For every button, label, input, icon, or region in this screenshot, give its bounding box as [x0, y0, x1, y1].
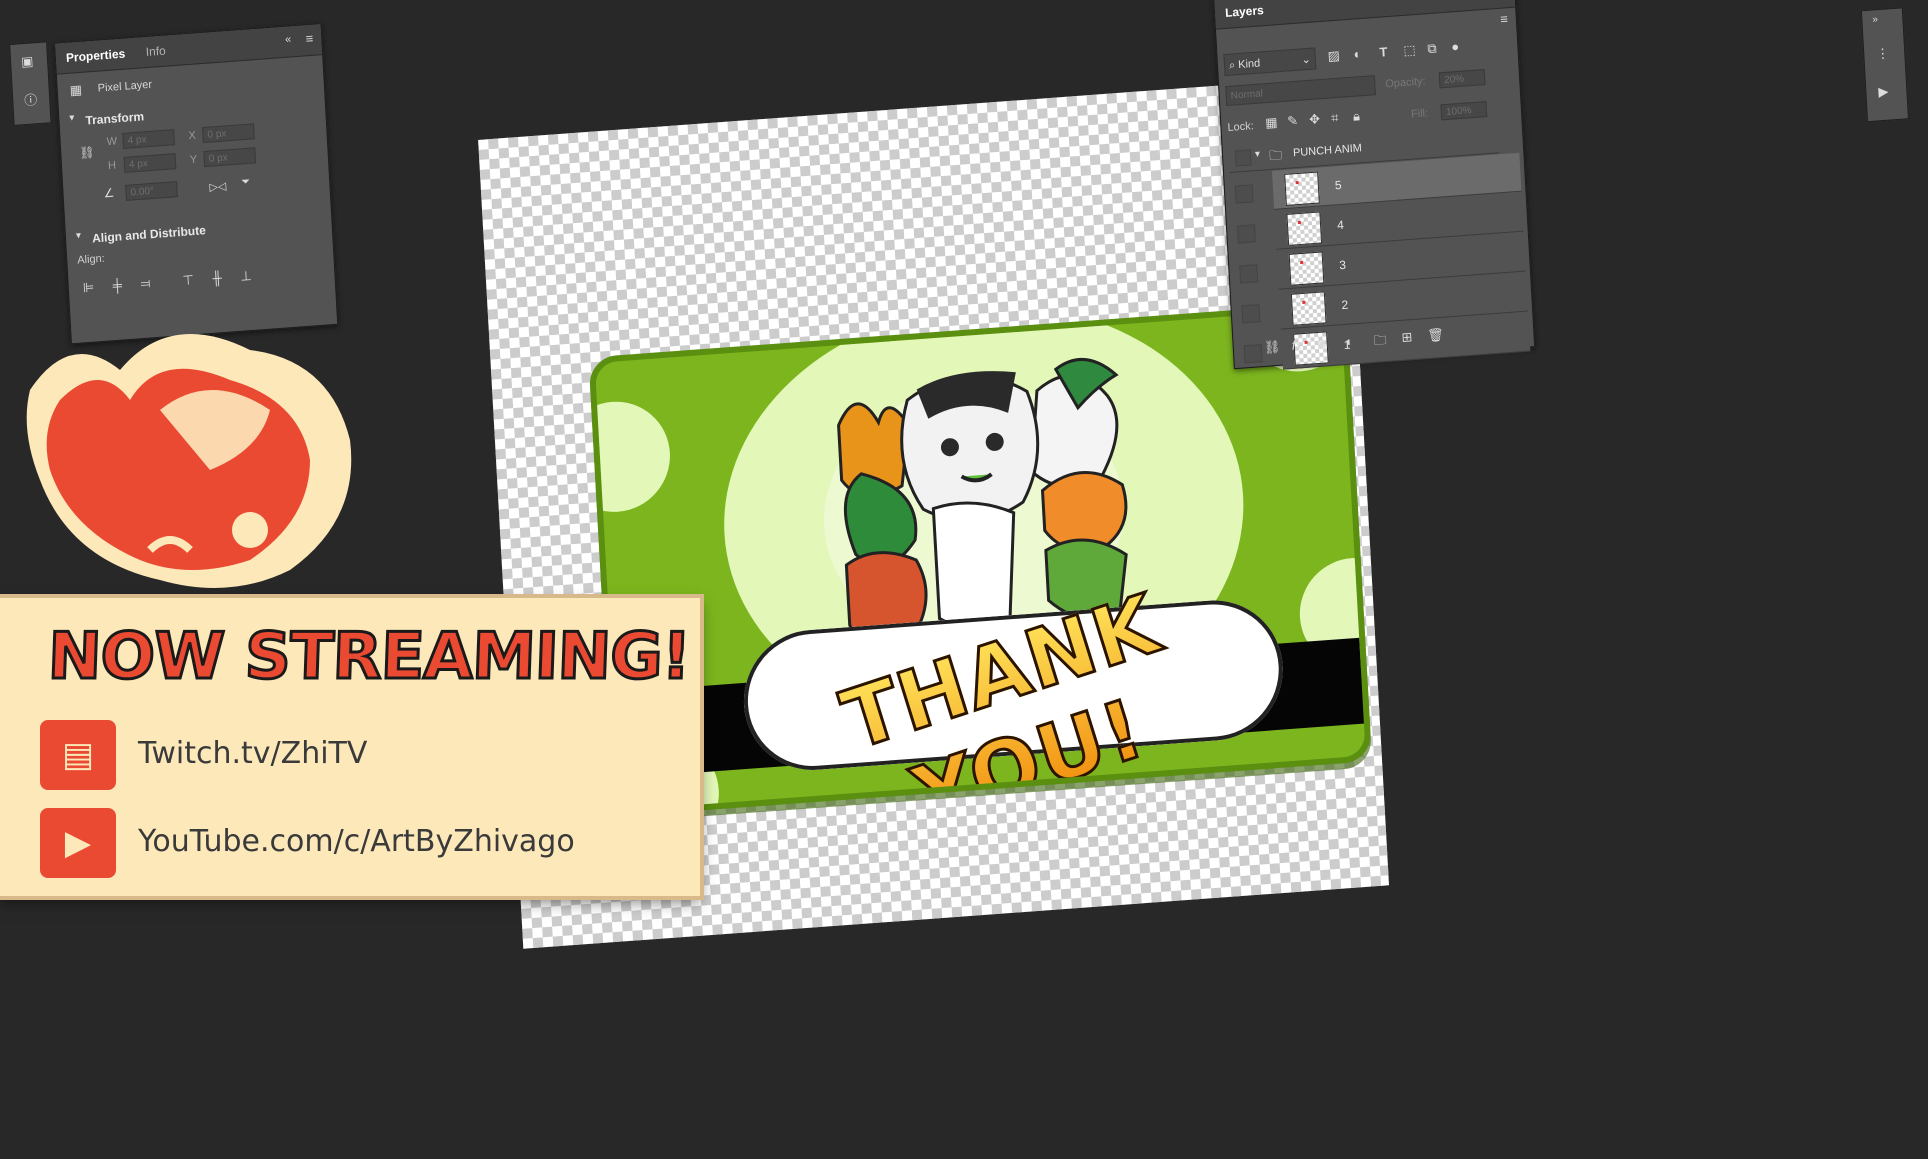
lock-position-icon[interactable]: ✥	[1309, 111, 1321, 128]
pixel-layer-icon: ▦	[69, 81, 83, 98]
flip-vertical-icon[interactable]: ⏷	[241, 176, 251, 190]
x-field[interactable]: 0 px	[202, 123, 255, 144]
visibility-toggle[interactable]	[1234, 149, 1252, 167]
tab-info[interactable]: Info	[145, 44, 166, 59]
fx-icon[interactable]: fx	[1291, 337, 1302, 353]
mask-icon[interactable]: ◙	[1317, 335, 1326, 351]
filter-toggle-icon[interactable]: ●	[1451, 39, 1460, 55]
layer-name: 2	[1341, 297, 1349, 313]
youtube-icon: ▶	[40, 808, 116, 878]
visibility-toggle[interactable]	[1234, 184, 1254, 204]
twitch-icon: ▤	[40, 720, 116, 790]
folder-icon: 🗀︎	[1268, 147, 1283, 164]
now-streaming-card: NOW STREAMING! ▤ Twitch.tv/ZhiTV ▶ YouTu…	[0, 598, 700, 896]
panel-menu-icon[interactable]: ≡	[305, 31, 313, 47]
layer-thumbnail	[1286, 211, 1323, 246]
filter-pixel-icon[interactable]: ▨	[1327, 48, 1340, 65]
chevron-down-icon[interactable]: ▾	[76, 230, 82, 241]
chevron-down-icon: ⌄	[1301, 53, 1312, 67]
collapse-icon[interactable]: «	[285, 33, 292, 45]
thank-you-card: THANK YOU!	[588, 301, 1373, 817]
mascot-logo	[26, 334, 352, 588]
align-center-icon[interactable]: ╪	[112, 277, 122, 293]
h-label: H	[107, 159, 117, 173]
align-left-icon[interactable]: ⊫	[82, 279, 94, 296]
lock-image-icon[interactable]: ✎	[1287, 113, 1299, 130]
twitch-link-row[interactable]: ▤ Twitch.tv/ZhiTV	[40, 720, 680, 794]
opacity-label: Opacity:	[1384, 75, 1426, 91]
panel-dock-strip: ▣ ⓘ	[9, 41, 52, 126]
align-middle-icon[interactable]: ╫	[212, 270, 222, 286]
align-section-title[interactable]: Align and Distribute	[92, 223, 206, 245]
y-field[interactable]: 0 px	[203, 147, 257, 168]
link-dimensions-icon[interactable]: ⛓	[79, 145, 95, 160]
properties-icon[interactable]: ▣	[21, 53, 34, 70]
youtube-link-row[interactable]: ▶ YouTube.com/c/ArtByZhivago	[40, 808, 680, 882]
layer-thumbnail	[1284, 171, 1320, 206]
angle-icon: ∠	[103, 185, 115, 201]
blend-mode-select[interactable]: Normal	[1225, 75, 1376, 107]
youtube-link[interactable]: YouTube.com/c/ArtByZhivago	[138, 824, 575, 859]
y-label: Y	[189, 153, 198, 167]
align-top-icon[interactable]: ⊤	[182, 272, 194, 289]
chevron-down-icon[interactable]: ▾	[1255, 149, 1261, 160]
layer-thumbnail	[1288, 251, 1325, 286]
new-group-icon[interactable]: 🗀︎	[1373, 331, 1387, 354]
adjustment-layer-icon[interactable]: ◐	[1345, 333, 1354, 349]
link-layers-icon[interactable]: ⛓	[1263, 339, 1280, 356]
layers-panel: Layers « ≡ ⌕ Kind⌄ ▨ ◐ T ⬚ ⧉ ● Normal Op…	[1213, 0, 1536, 370]
filter-smart-object-icon[interactable]: ⧉	[1427, 41, 1437, 58]
layers-panel-header: Layers «	[1214, 0, 1516, 30]
height-field[interactable]: 4 px	[123, 153, 177, 173]
layer-name: 5	[1334, 177, 1342, 193]
twitch-link[interactable]: Twitch.tv/ZhiTV	[138, 736, 367, 771]
tab-properties[interactable]: Properties	[66, 47, 126, 65]
filter-shape-icon[interactable]: ⬚	[1403, 42, 1416, 59]
visibility-toggle[interactable]	[1243, 344, 1263, 364]
layer-name: 3	[1338, 257, 1347, 273]
x-label: X	[188, 129, 197, 143]
lock-artboard-icon[interactable]: ⌗	[1331, 110, 1339, 127]
layer-kind-label: Pixel Layer	[97, 78, 153, 95]
visibility-toggle[interactable]	[1236, 224, 1256, 244]
align-right-icon[interactable]: ⫤	[140, 275, 151, 292]
filter-adjustment-icon[interactable]: ◐	[1353, 46, 1362, 62]
card-corner-disc	[588, 397, 673, 516]
panel-menu-icon[interactable]: ≡	[1500, 11, 1508, 27]
width-field[interactable]: 4 px	[122, 129, 175, 149]
properties-panel-header: Properties Info « ≡	[55, 24, 323, 75]
angle-field[interactable]: 0.00°	[125, 181, 178, 201]
fill-field[interactable]: 100%	[1440, 101, 1488, 121]
right-panel-dock: » ⋮ ▶	[1860, 7, 1909, 123]
trash-icon[interactable]: 🗑︎	[1427, 327, 1444, 344]
opacity-field[interactable]: 20%	[1438, 69, 1486, 89]
tab-layers[interactable]: Layers	[1225, 3, 1264, 20]
play-icon[interactable]: ▶	[1878, 84, 1889, 101]
filter-kind-select[interactable]: ⌕ Kind ⌄	[1223, 47, 1317, 77]
now-streaming-headline: NOW STREAMING!	[45, 619, 692, 696]
new-layer-icon[interactable]: ⊞	[1401, 329, 1413, 346]
adjustments-icon[interactable]: ⋮	[1876, 45, 1890, 62]
fill-label: Fill:	[1410, 107, 1429, 121]
group-name: PUNCH ANIM	[1292, 142, 1363, 160]
lock-transparent-icon[interactable]: ▦	[1265, 114, 1278, 131]
layer-thumbnail	[1290, 291, 1327, 326]
info-icon[interactable]: ⓘ	[24, 89, 38, 109]
chevron-down-icon[interactable]: ▾	[69, 112, 75, 123]
flip-horizontal-icon[interactable]: ▷◁	[209, 180, 227, 194]
lock-label: Lock:	[1227, 120, 1255, 135]
layer-name: 4	[1336, 217, 1345, 233]
lock-all-icon[interactable]: 🔒︎	[1353, 108, 1361, 124]
properties-panel: Properties Info « ≡ ▦ Pixel Layer Transf…	[54, 23, 339, 345]
visibility-toggle[interactable]	[1241, 304, 1261, 324]
filter-type-icon[interactable]: T	[1379, 44, 1388, 60]
filter-kind-value: Kind	[1237, 57, 1261, 72]
align-bottom-icon[interactable]: ⊥	[240, 268, 252, 285]
collapse-icon[interactable]: »	[1872, 14, 1878, 25]
w-label: W	[106, 135, 118, 149]
align-label: Align:	[76, 252, 106, 267]
visibility-toggle[interactable]	[1239, 264, 1259, 284]
transform-section-title[interactable]: Transform	[85, 109, 144, 127]
